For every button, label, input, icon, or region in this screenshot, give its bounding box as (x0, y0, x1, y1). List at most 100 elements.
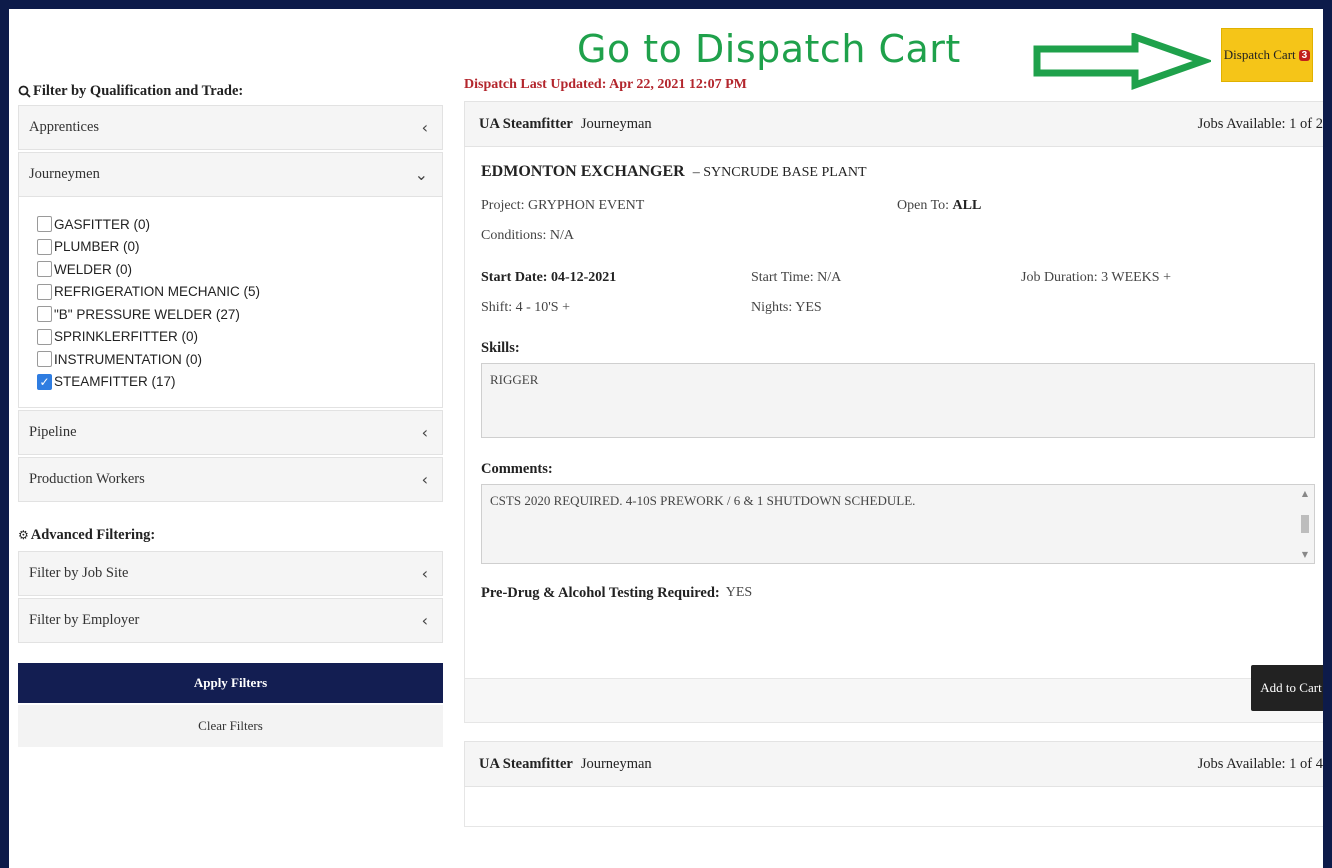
job-level: Journeyman (580, 755, 652, 772)
clear-filters-button[interactable]: Clear Filters (18, 705, 443, 747)
page-frame: Go to Dispatch Cart Dispatch Cart 3 Filt… (9, 9, 1323, 868)
trade-option[interactable]: "B" PRESSURE WELDER (27) (37, 303, 432, 326)
comments-scrollbar[interactable]: ▲ ▼ (1300, 489, 1310, 559)
accordion-filter-employer[interactable]: Filter by Employer ‹ (18, 598, 443, 643)
last-updated-text: Dispatch Last Updated: Apr 22, 2021 12:0… (464, 77, 747, 92)
trade-option[interactable]: INSTRUMENTATION (0) (37, 348, 432, 371)
advanced-filtering-heading: ⚙ Advanced Filtering: (18, 525, 443, 545)
chevron-down-icon: ⌄ (414, 165, 428, 184)
cart-count-badge: 3 (1298, 49, 1311, 61)
project-row: Project: GRYPHON EVENT Open To: ALL (481, 191, 1315, 221)
conditions-text: Conditions: N/A (481, 228, 574, 243)
job-trade: UA Steamfitter (479, 115, 573, 132)
trade-option[interactable]: WELDER (0) (37, 258, 432, 281)
start-date: Start Date: 04-12-2021 (481, 270, 617, 285)
accordion-production-workers[interactable]: Production Workers ‹ (18, 457, 443, 502)
checkbox[interactable] (37, 216, 52, 233)
trade-label: GASFITTER (0) (54, 216, 151, 232)
job-header: UA Steamfitter Journeyman Jobs Available:… (464, 101, 1323, 147)
accordion-label: Production Workers (29, 471, 145, 487)
dispatch-cart-button[interactable]: Dispatch Cart 3 (1221, 28, 1313, 82)
project-text: Project: GRYPHON EVENT (481, 198, 645, 213)
accordion-label: Apprentices (29, 119, 100, 135)
employer-name: EDMONTON EXCHANGER (481, 163, 685, 180)
filter-heading-label: Filter by Qualification and Trade: (33, 82, 244, 99)
apply-filters-button[interactable]: Apply Filters (18, 663, 443, 703)
checkbox-checked[interactable]: ✓ (37, 373, 52, 390)
jobs-available: Jobs Available: 1 of 4 (1197, 755, 1323, 772)
trade-option[interactable]: ✓ STEAMFITTER (17) (37, 371, 432, 394)
job-site: – SYNCRUDE BASE PLANT (692, 165, 867, 180)
accordion-label: Pipeline (29, 424, 77, 440)
accordion-journeymen[interactable]: Journeymen ⌄ (18, 152, 443, 197)
nights-text: Nights: YES (751, 300, 822, 315)
scroll-thumb[interactable] (1301, 515, 1309, 533)
accordion-label: Filter by Job Site (29, 565, 129, 581)
drug-test-label: Pre-Drug & Alcohol Testing Required: (481, 584, 720, 601)
skills-value: RIGGER (490, 372, 539, 387)
trade-label: PLUMBER (0) (54, 239, 140, 255)
advanced-heading-label: Advanced Filtering: (30, 526, 156, 543)
shift-row: Shift: 4 - 10'S + Nights: YES (481, 293, 1315, 323)
start-row: Start Date: 04-12-2021 Start Time: N/A J… (481, 263, 1315, 293)
drug-test-value: YES (725, 585, 753, 600)
job-level: Journeyman (580, 115, 652, 132)
trade-label: STEAMFITTER (17) (54, 374, 176, 390)
gear-icon: ⚙ (18, 528, 29, 542)
accordion-label: Journeymen (29, 166, 100, 182)
chevron-left-icon: ‹ (421, 470, 428, 489)
scroll-down-icon[interactable]: ▼ (1302, 550, 1308, 559)
trade-label: "B" PRESSURE WELDER (27) (54, 306, 240, 322)
journeymen-trade-list: GASFITTER (0) PLUMBER (0) WELDER (0) REF… (18, 196, 443, 408)
search-icon (18, 85, 31, 98)
drug-test-row: Pre-Drug & Alcohol Testing Required: YES (481, 578, 1315, 608)
conditions-row: Conditions: N/A (481, 221, 1315, 251)
checkbox[interactable] (37, 328, 52, 345)
skills-label: Skills: (481, 339, 520, 356)
accordion-filter-job-site[interactable]: Filter by Job Site ‹ (18, 551, 443, 596)
add-to-cart-button[interactable]: Add to Cart (1251, 665, 1323, 711)
accordion-apprentices[interactable]: Apprentices ‹ (18, 105, 443, 150)
trade-label: REFRIGERATION MECHANIC (5) (54, 284, 261, 300)
chevron-left-icon: ‹ (421, 118, 428, 137)
job-duration: Job Duration: 3 WEEKS + (1021, 270, 1171, 285)
open-to-label: Open To: (897, 198, 950, 213)
job-card: EDMONTON EXCHANGER – SYNCRUDE BASE PLANT… (464, 147, 1323, 679)
annotation-callout: Go to Dispatch Cart (577, 27, 961, 71)
open-to: Open To: ALL (897, 198, 981, 214)
accordion-label: Filter by Employer (29, 612, 140, 628)
filter-heading: Filter by Qualification and Trade: (18, 81, 443, 101)
filter-sidebar: Filter by Qualification and Trade: Appre… (18, 81, 443, 747)
job-listing: Dispatch Last Updated: Apr 22, 2021 12:0… (464, 77, 1323, 827)
start-time: Start Time: N/A (751, 270, 842, 285)
skills-field[interactable]: RIGGER (481, 363, 1315, 438)
comments-label-row: Comments: (481, 454, 1315, 484)
checkbox[interactable] (37, 351, 52, 368)
checkbox[interactable] (37, 283, 52, 300)
accordion-pipeline[interactable]: Pipeline ‹ (18, 410, 443, 455)
trade-option[interactable]: PLUMBER (0) (37, 236, 432, 259)
shift-text: Shift: 4 - 10'S + (481, 300, 570, 315)
trade-option[interactable]: SPRINKLERFITTER (0) (37, 326, 432, 349)
checkbox[interactable] (37, 238, 52, 255)
trade-option[interactable]: GASFITTER (0) (37, 213, 432, 236)
scroll-up-icon[interactable]: ▲ (1302, 489, 1308, 498)
job-footer: Add to Cart (464, 665, 1323, 723)
job-trade-title: UA Steamfitter Journeyman (479, 116, 652, 133)
comments-field[interactable]: CSTS 2020 REQUIRED. 4-10S PREWORK / 6 & … (481, 484, 1315, 564)
trade-label: INSTRUMENTATION (0) (54, 351, 202, 367)
jobs-available: Jobs Available: 1 of 2 (1197, 115, 1323, 132)
job-card (464, 787, 1323, 827)
checkbox[interactable] (37, 261, 52, 278)
trade-option[interactable]: REFRIGERATION MECHANIC (5) (37, 281, 432, 304)
checkbox[interactable] (37, 306, 52, 323)
chevron-left-icon: ‹ (421, 611, 428, 630)
job-header: UA Steamfitter Journeyman Jobs Available:… (464, 741, 1323, 787)
job-trade-title: UA Steamfitter Journeyman (479, 756, 652, 773)
job-employer-title: EDMONTON EXCHANGER – SYNCRUDE BASE PLANT (481, 163, 1315, 187)
open-to-value: ALL (952, 198, 982, 213)
chevron-left-icon: ‹ (421, 564, 428, 583)
comments-label: Comments: (481, 460, 553, 477)
dispatch-cart-label: Dispatch Cart (1223, 47, 1296, 62)
trade-label: SPRINKLERFITTER (0) (54, 329, 199, 345)
